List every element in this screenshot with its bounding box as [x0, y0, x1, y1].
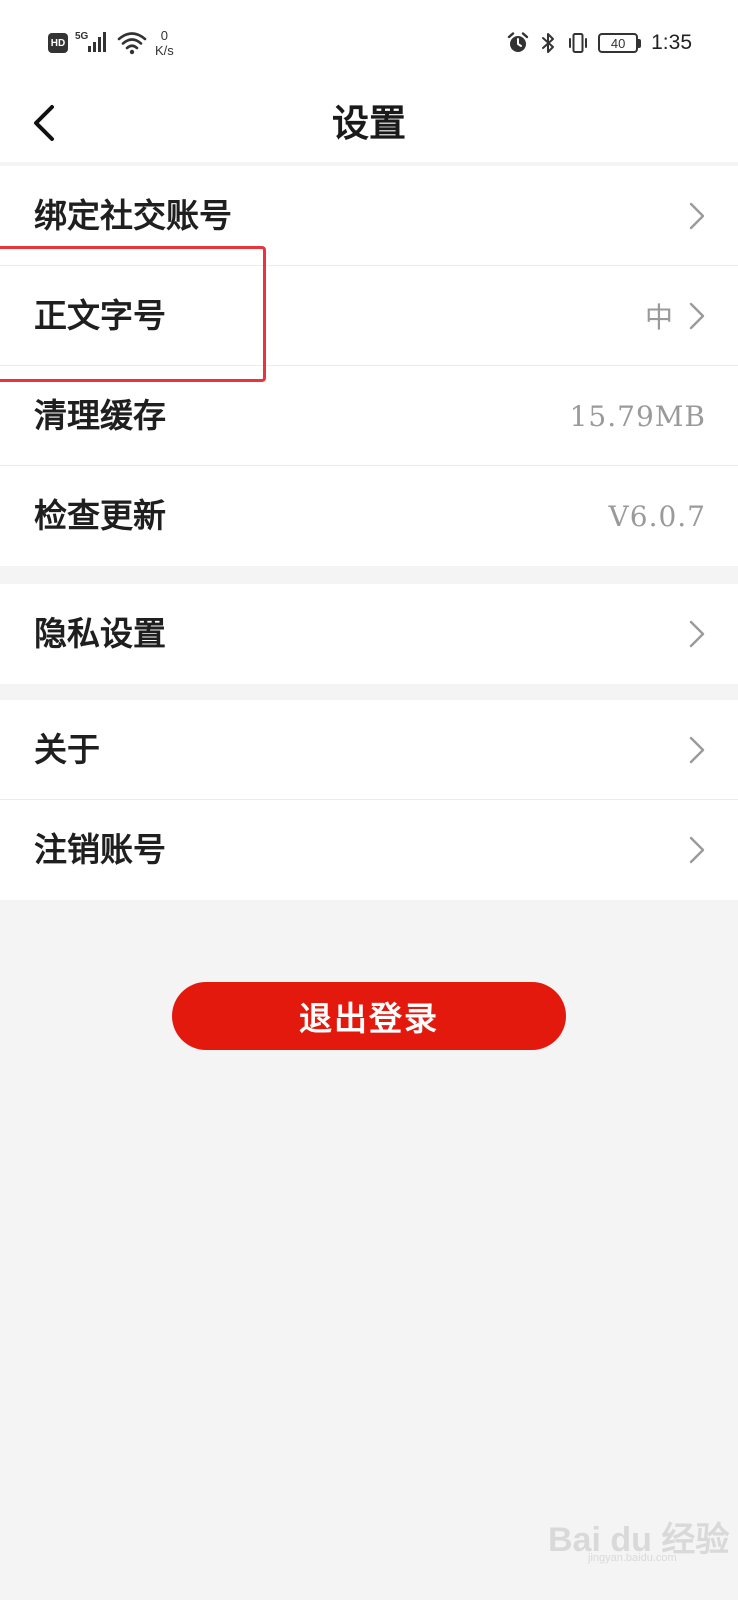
- settings-group-account: 关于 注销账号: [0, 700, 738, 900]
- row-label: 隐私设置: [34, 614, 166, 653]
- settings-group-privacy: 隐私设置: [0, 584, 738, 684]
- watermark-url: jingyan.baidu.com: [588, 1552, 677, 1564]
- status-time: 1:35: [651, 31, 692, 54]
- settings-row-privacy[interactable]: 隐私设置: [0, 584, 738, 684]
- settings-row-check-update[interactable]: 检查更新 V6.0.7: [0, 466, 738, 566]
- row-label: 清理缓存: [34, 396, 166, 435]
- settings-group-general: 绑定社交账号 正文字号 中 清理缓存 15.79MB 检查更新 V6.0.7: [0, 166, 738, 566]
- status-bar-right: 40 1:35: [500, 26, 692, 60]
- cache-size-value: 15.79MB: [569, 399, 706, 433]
- font-size-value: 中: [644, 301, 674, 334]
- battery-icon: 40: [598, 33, 639, 53]
- row-right: V6.0.7: [609, 466, 706, 566]
- settings-row-about[interactable]: 关于: [0, 700, 738, 800]
- row-label: 正文字号: [34, 296, 166, 335]
- battery-tip: [638, 38, 642, 48]
- chevron-right-icon: [689, 302, 705, 330]
- version-value: V6.0.7: [608, 499, 706, 533]
- page-title: 设置: [332, 101, 406, 145]
- title-bar: 设置: [0, 84, 738, 162]
- network-speed-value: 0: [160, 28, 169, 43]
- row-label: 绑定社交账号: [34, 196, 232, 235]
- row-label: 关于: [34, 730, 100, 769]
- row-right: [674, 584, 706, 684]
- row-right: [674, 166, 706, 266]
- signal-bars-icon: [88, 32, 106, 52]
- baidu-watermark: Bai du 经验 jingyan.baidu.com: [548, 1512, 729, 1572]
- back-button[interactable]: [20, 94, 68, 152]
- row-label: 检查更新: [34, 496, 166, 535]
- settings-row-delete-account[interactable]: 注销账号: [0, 800, 738, 900]
- logout-button[interactable]: 退出登录: [172, 982, 566, 1050]
- battery-level: 40: [610, 35, 626, 51]
- row-right: 15.79MB: [570, 366, 706, 466]
- row-right: [674, 700, 706, 800]
- chevron-right-icon: [689, 202, 705, 230]
- back-arrow-icon: [34, 105, 54, 141]
- row-right: 中: [645, 266, 706, 366]
- status-bar-left: HD 5G 0 K/s: [48, 26, 174, 60]
- settings-screen: HD 5G 0 K/s 40 1:35 设置 绑定社交账号 正文字号 中 清理缓…: [0, 0, 738, 1600]
- vibrate-icon: [569, 33, 588, 53]
- signal-icon: 5G: [75, 31, 109, 55]
- row-label: 注销账号: [34, 830, 166, 869]
- row-right: [674, 800, 706, 900]
- status-bar: HD 5G 0 K/s 40 1:35: [0, 0, 738, 84]
- chevron-right-icon: [689, 620, 705, 648]
- settings-row-bind-social[interactable]: 绑定社交账号: [0, 166, 738, 266]
- network-speed-unit: K/s: [155, 43, 174, 58]
- chevron-right-icon: [689, 736, 705, 764]
- settings-row-font-size[interactable]: 正文字号 中: [0, 266, 738, 366]
- hd-icon: HD: [48, 33, 68, 53]
- settings-row-clear-cache[interactable]: 清理缓存 15.79MB: [0, 366, 738, 466]
- alarm-icon: [507, 32, 529, 52]
- bluetooth-icon: [542, 33, 555, 53]
- chevron-right-icon: [689, 836, 705, 864]
- network-speed: 0 K/s: [155, 28, 174, 58]
- wifi-icon: [117, 32, 147, 55]
